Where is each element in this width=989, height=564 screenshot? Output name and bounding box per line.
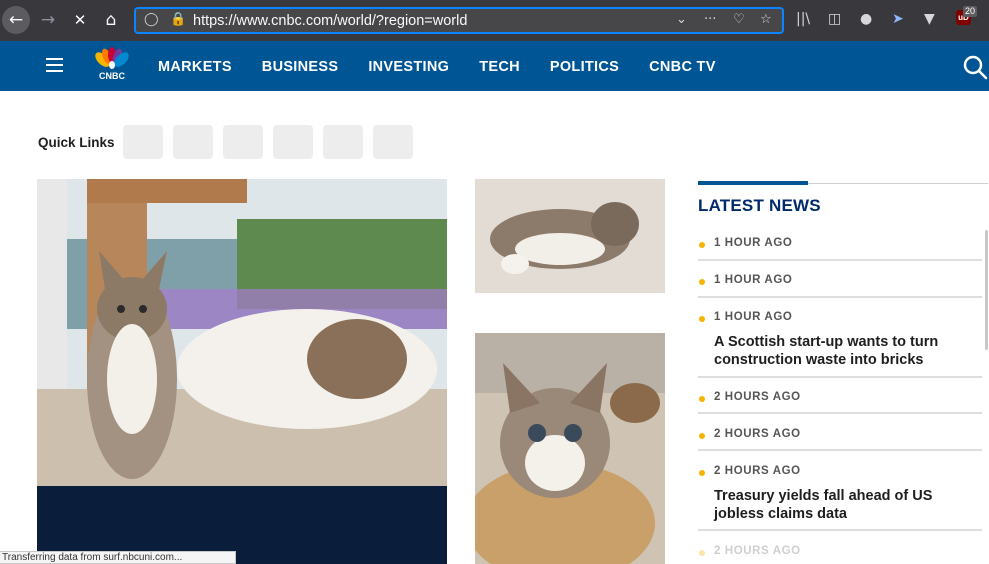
bullet-icon (699, 550, 705, 556)
cursor-extension-icon[interactable]: ➤ (892, 11, 904, 27)
news-item[interactable]: 2 HOURS AGO Treasury yields fall ahead o… (698, 465, 982, 531)
latest-news-title[interactable]: LATEST NEWS (698, 196, 821, 216)
news-headline[interactable]: A Scottish start-up wants to turn constr… (714, 333, 976, 369)
logo-text: CNBC (99, 71, 125, 81)
url-text[interactable]: https://www.cnbc.com/world/?region=world (193, 13, 467, 29)
menu-icon[interactable] (46, 58, 63, 72)
nav-item-tech[interactable]: TECH (479, 59, 520, 75)
news-time: 1 HOUR AGO (714, 274, 793, 286)
quick-link-placeholder[interactable] (273, 125, 313, 159)
bullet-icon (699, 396, 705, 402)
sidebar-icon[interactable]: ◫ (828, 11, 841, 27)
news-headline[interactable]: Treasury yields fall ahead of US jobless… (714, 487, 976, 523)
home-icon[interactable]: ⌂ (97, 6, 125, 34)
news-time: 2 HOURS AGO (714, 391, 801, 403)
cnbc-logo[interactable]: CNBC (90, 47, 134, 81)
pocket-icon[interactable]: ♡ (733, 12, 745, 27)
news-time: 1 HOUR AGO (714, 237, 793, 249)
quick-link-placeholder[interactable] (123, 125, 163, 159)
quick-link-placeholder[interactable] (323, 125, 363, 159)
quick-link-placeholder[interactable] (373, 125, 413, 159)
news-item[interactable]: 2 HOURS AGO (698, 391, 982, 414)
url-bar[interactable]: ◯ 🔒 https://www.cnbc.com/world/?region=w… (134, 7, 784, 34)
nav-item-politics[interactable]: POLITICS (550, 59, 619, 75)
search-icon[interactable] (962, 54, 988, 80)
bullet-icon (699, 433, 705, 439)
back-arrow-icon[interactable]: ← (2, 6, 30, 34)
chevron-down-icon[interactable]: ⌄ (676, 12, 687, 27)
bullet-icon (699, 470, 705, 476)
news-time: 1 HOUR AGO (714, 311, 793, 323)
news-time: 2 HOURS AGO (714, 545, 801, 557)
news-item[interactable]: 2 HOURS AGO (698, 545, 982, 564)
forward-arrow-icon[interactable]: → (34, 6, 62, 34)
quick-link-placeholder[interactable] (223, 125, 263, 159)
nav-item-investing[interactable]: INVESTING (368, 59, 449, 75)
story-thumbnail[interactable] (475, 179, 665, 293)
nav-item-business[interactable]: BUSINESS (262, 59, 339, 75)
primary-nav: MARKETS BUSINESS INVESTING TECH POLITICS… (158, 59, 746, 75)
hero-story-image[interactable] (37, 179, 447, 486)
bullet-icon (699, 316, 705, 322)
news-time: 2 HOURS AGO (714, 428, 801, 440)
news-item[interactable]: 1 HOUR AGO (698, 237, 982, 261)
stop-loading-icon[interactable]: ✕ (66, 6, 94, 34)
star-icon[interactable]: ☆ (760, 12, 772, 27)
lock-icon[interactable]: 🔒 (170, 12, 186, 27)
more-icon[interactable]: ··· (704, 12, 716, 27)
story-thumbnail[interactable] (475, 333, 665, 564)
quick-links-label: Quick Links (38, 135, 115, 150)
news-scrollbar[interactable] (985, 230, 988, 350)
status-bar: Transferring data from surf.nbcuni.com..… (0, 551, 236, 564)
bullet-icon (699, 279, 705, 285)
browser-toolbar: ← → ✕ ⌂ ◯ 🔒 https://www.cnbc.com/world/?… (0, 0, 989, 41)
peacock-icon (95, 47, 129, 69)
news-item[interactable]: 1 HOUR AGO A Scottish start-up wants to … (698, 311, 982, 378)
bullet-icon (699, 242, 705, 248)
vpn-extension-icon[interactable]: ▼ (924, 11, 935, 27)
nav-item-cnbc-tv[interactable]: CNBC TV (649, 59, 716, 75)
quick-link-placeholder[interactable] (173, 125, 213, 159)
news-item[interactable]: 1 HOUR AGO (698, 274, 982, 298)
news-time: 2 HOURS AGO (714, 465, 801, 477)
account-icon[interactable]: ● (860, 11, 872, 27)
ublock-badge: 20 (963, 6, 978, 17)
library-icon[interactable]: ||\ (796, 11, 810, 27)
news-item[interactable]: 2 HOURS AGO (698, 428, 982, 451)
shield-icon[interactable]: ◯ (144, 12, 159, 27)
nav-item-markets[interactable]: MARKETS (158, 59, 232, 75)
section-accent-bar (698, 181, 808, 185)
